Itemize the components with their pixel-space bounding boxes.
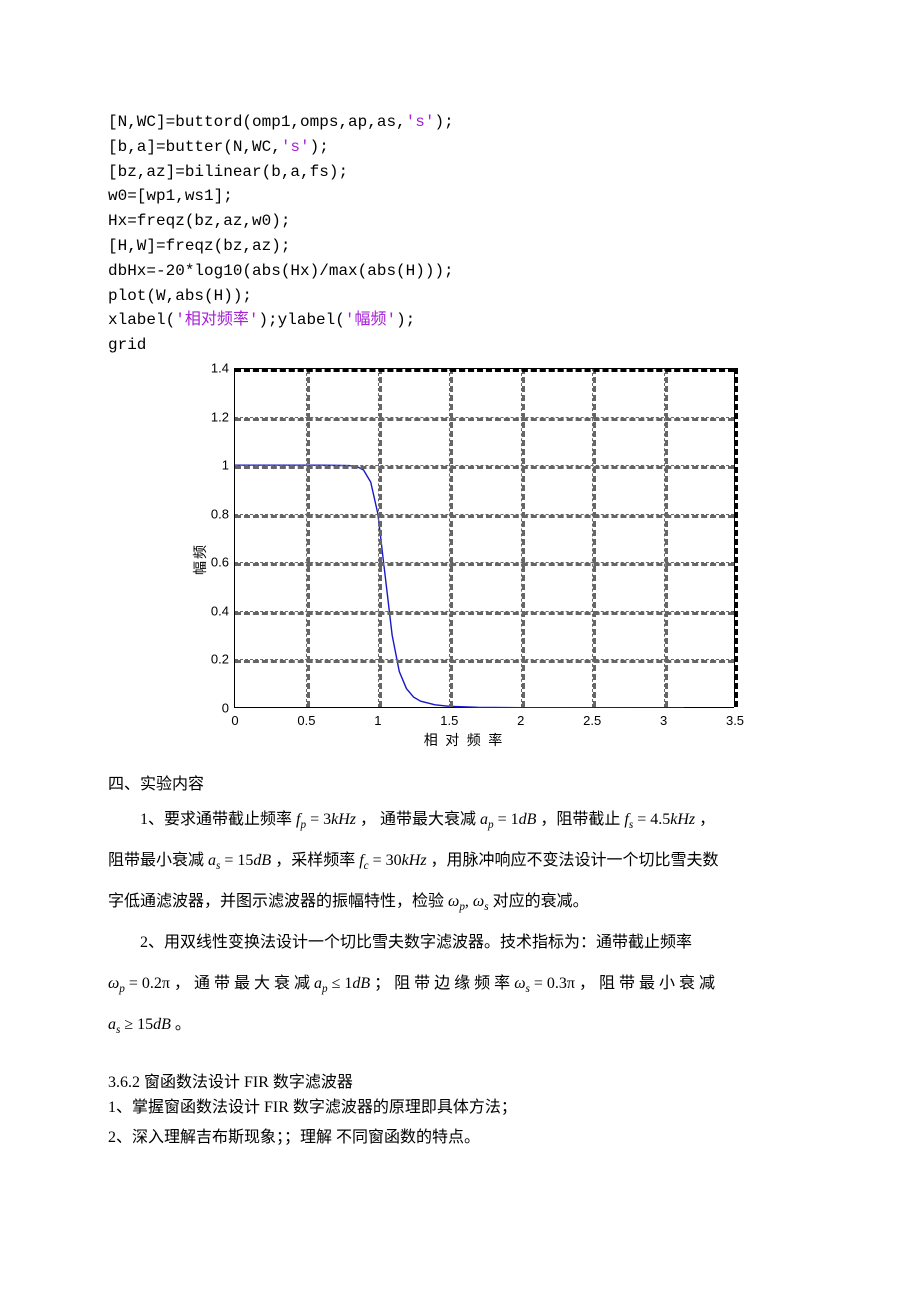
y-tick: 0.6 — [211, 555, 235, 570]
x-tick: 0.5 — [297, 713, 315, 728]
x-tick: 2.5 — [583, 713, 601, 728]
task-1-line3: 字低通滤波器，并图示滤波器的振幅特性，检验 ωp, ωs 对应的衰减。 — [108, 884, 820, 921]
x-tick: 1.5 — [440, 713, 458, 728]
subsection-362-item2: 2、深入理解吉布斯现象；；理解 不同窗函数的特点。 — [108, 1124, 820, 1153]
task-1-line2: 阻带最小衰减 as = 15dB ，采样频率 fc = 30kHz ，用脉冲响应… — [108, 843, 820, 880]
x-tick: 3.5 — [726, 713, 744, 728]
y-tick: 0.2 — [211, 652, 235, 667]
task-1-line1: 1、要求通带截止频率 fp = 3kHz ， 通带最大衰减 ap = 1dB ，… — [108, 802, 820, 839]
y-axis-label: 幅频 — [190, 543, 210, 575]
y-tick: 0.4 — [211, 603, 235, 618]
y-tick: 1.2 — [211, 409, 235, 424]
section-4-title: 四、实验内容 — [108, 770, 820, 794]
task-2-line3: as ≥ 15dB 。 — [108, 1007, 820, 1044]
magnitude-response-chart: 幅频 00.511.522.533.500.20.40.60.811.21.4 … — [184, 368, 744, 750]
task-2-line1: 2、用双线性变换法设计一个切比雪夫数字滤波器。技术指标为：通带截止频率 — [108, 925, 820, 962]
y-tick: 0.8 — [211, 506, 235, 521]
code-block: [N,WC]=buttord(omp1,omps,ap,as,'s'); [b,… — [108, 110, 820, 358]
subsection-362-title: 3.6.2 窗函数法设计 FIR 数字滤波器 — [108, 1068, 820, 1092]
y-tick: 1.4 — [211, 360, 235, 375]
x-tick: 3 — [660, 713, 667, 728]
y-tick: 1 — [222, 458, 235, 473]
x-tick: 1 — [374, 713, 381, 728]
subsection-362-item1: 1、掌握窗函数法设计 FIR 数字滤波器的原理即具体方法； — [108, 1094, 820, 1123]
x-axis-label: 相 对 频 率 — [184, 730, 744, 750]
task-2-line2: ωp = 0.2π ， 通 带 最 大 衰 减 ap ≤ 1dB ； 阻 带 边… — [108, 966, 820, 1003]
y-tick: 0 — [222, 700, 235, 715]
x-tick: 2 — [517, 713, 524, 728]
